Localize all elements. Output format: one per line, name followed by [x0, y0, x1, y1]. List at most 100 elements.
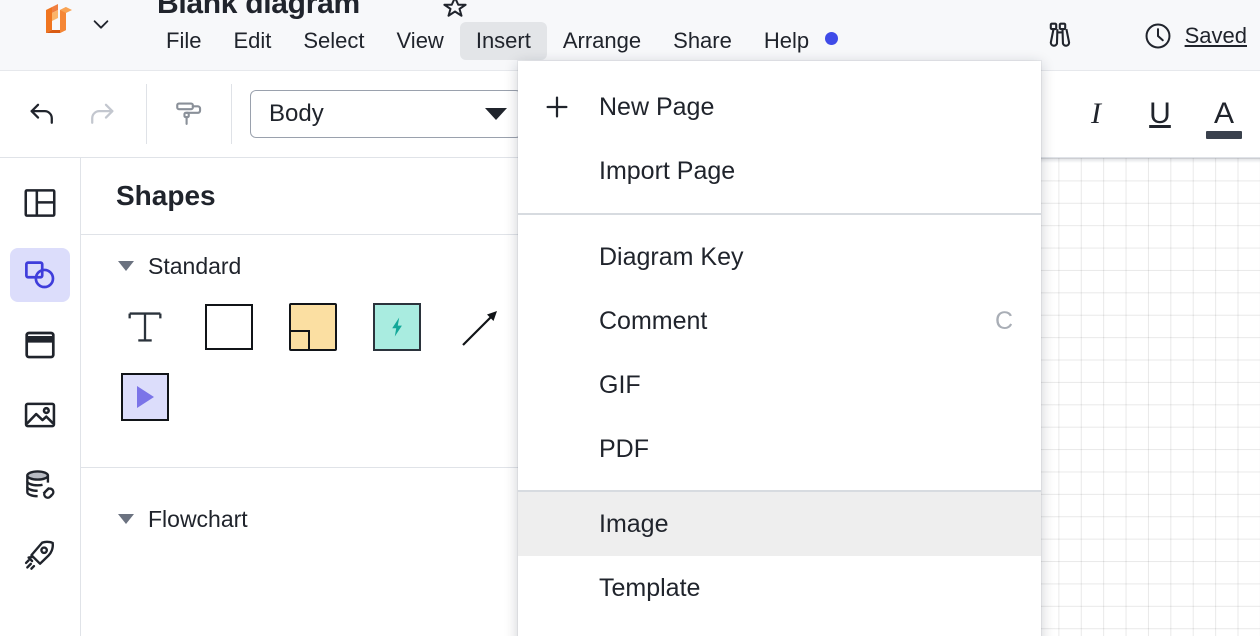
shape-row-1: [81, 303, 521, 351]
sidebar-item-layout[interactable]: [10, 176, 70, 230]
italic-label: I: [1091, 97, 1101, 130]
menu-share[interactable]: Share: [657, 22, 748, 60]
panel-section-divider: [81, 467, 521, 468]
shapes-panel-header: Shapes: [81, 158, 521, 235]
font-style-value: Body: [269, 100, 324, 127]
menu-item-diagram-key[interactable]: Diagram Key: [518, 225, 1041, 289]
menu-insert[interactable]: Insert: [459, 22, 547, 60]
menu-view-label: View: [396, 28, 444, 53]
menu-item-image-label: Image: [599, 509, 669, 538]
lucid-logo-icon[interactable]: [38, 4, 78, 44]
menu-help-label: Help: [763, 28, 810, 53]
paint-roller-icon: [176, 102, 202, 125]
menu-item-comment[interactable]: Comment C: [518, 289, 1041, 353]
menu-insert-label: Insert: [475, 28, 531, 53]
menu-separator-1: [518, 213, 1041, 215]
sidebar-item-frames[interactable]: [10, 318, 70, 372]
text-format-buttons: I U A: [1068, 85, 1252, 143]
data-link-icon: [26, 470, 55, 499]
shape-group-standard-label: Standard: [148, 252, 242, 279]
brand-area[interactable]: [38, 4, 112, 44]
menu-item-image[interactable]: Image: [518, 492, 1041, 556]
text-color-label: A: [1213, 97, 1234, 130]
menu-item-gif-label: GIF: [599, 370, 641, 399]
save-status[interactable]: Saved: [1185, 23, 1247, 49]
redo-arrow-icon: [91, 103, 114, 124]
format-painter-button[interactable]: [161, 85, 219, 143]
panel-title: Shapes: [116, 180, 216, 211]
underline-button[interactable]: U: [1132, 85, 1188, 143]
document-title[interactable]: Blank diagram: [157, 0, 360, 21]
menu-item-comment-label: Comment: [599, 306, 708, 335]
text-shape-icon: [128, 312, 162, 342]
chevron-down-icon[interactable]: [90, 13, 112, 35]
menu-file-label: File: [166, 28, 202, 53]
menu-help[interactable]: Help: [748, 22, 854, 60]
font-style-select[interactable]: Body: [250, 90, 522, 138]
layout-panel-icon: [24, 189, 56, 217]
sidebar-item-images[interactable]: [10, 388, 70, 442]
menu-item-diagram-key-label: Diagram Key: [599, 242, 744, 271]
caret-down-icon: [118, 261, 134, 271]
header-right-actions: Saved: [1046, 18, 1260, 54]
left-icon-rail: [0, 158, 81, 636]
play-triangle-icon: [136, 386, 154, 408]
menu-item-import-page-label: Import Page: [599, 156, 736, 185]
undo-button[interactable]: [14, 85, 72, 143]
menu-item-template-label: Template: [599, 573, 701, 602]
sidebar-item-data[interactable]: [10, 458, 70, 512]
shape-group-standard[interactable]: Standard: [81, 235, 521, 297]
menu-item-comment-shortcut: C: [994, 306, 1013, 335]
insert-dropdown-menu: New Page Import Page Diagram Key Comment…: [518, 61, 1041, 636]
shape-group-flowchart[interactable]: Flowchart: [81, 488, 521, 550]
redo-button[interactable]: [72, 85, 130, 143]
shapes-panel: Shapes Standard Flowchart: [81, 158, 521, 636]
undo-arrow-icon: [30, 103, 53, 124]
underline-label: U: [1149, 97, 1171, 130]
menu-item-new-page-label: New Page: [599, 92, 715, 121]
menu-arrange[interactable]: Arrange: [547, 22, 657, 60]
menu-view[interactable]: View: [381, 22, 460, 60]
menu-item-pdf-label: PDF: [599, 434, 649, 463]
menu-edit-label: Edit: [233, 28, 272, 53]
rectangle-shape[interactable]: [205, 303, 253, 351]
sidebar-item-shapes[interactable]: [10, 248, 70, 302]
frame-icon: [25, 331, 55, 359]
shape-row-2: [81, 373, 521, 421]
menu-item-note[interactable]: Note: [518, 620, 1041, 636]
italic-button[interactable]: I: [1068, 85, 1124, 143]
menu-select-label: Select: [303, 28, 365, 53]
sticky-note-shape[interactable]: [289, 303, 337, 351]
star-bookmark-icon[interactable]: [440, 0, 470, 22]
action-shape[interactable]: [373, 303, 421, 351]
menu-item-import-page[interactable]: Import Page: [518, 139, 1041, 203]
sidebar-item-get-started[interactable]: [10, 528, 70, 582]
menu-item-gif[interactable]: GIF: [518, 353, 1041, 417]
text-color-swatch: [1206, 131, 1242, 139]
menu-arrange-label: Arrange: [562, 28, 642, 53]
menu-item-pdf[interactable]: PDF: [518, 417, 1041, 481]
arrow-line-icon: [462, 311, 497, 346]
play-shape[interactable]: [121, 373, 169, 421]
plus-icon: [539, 89, 575, 125]
line-arrow-shape[interactable]: [457, 303, 505, 351]
menu-edit[interactable]: Edit: [217, 22, 287, 60]
rocket-icon: [24, 540, 54, 570]
menu-share-label: Share: [673, 28, 732, 53]
shape-group-flowchart-label: Flowchart: [148, 505, 248, 532]
image-icon: [24, 402, 56, 428]
menu-item-template[interactable]: Template: [518, 556, 1041, 620]
clock-history-icon[interactable]: [1142, 20, 1174, 52]
menu-bar: File Edit Select View Insert Arrange Sha…: [150, 22, 854, 60]
menu-select[interactable]: Select: [287, 22, 380, 60]
caret-down-icon: [485, 108, 507, 120]
lucidchart-editor: Blank diagram File Edit Select View Inse…: [0, 0, 1260, 636]
shapes-icon: [25, 261, 55, 289]
text-shape[interactable]: [121, 303, 169, 351]
binoculars-icon[interactable]: [1046, 18, 1082, 54]
text-color-button[interactable]: A: [1196, 85, 1252, 143]
menu-file[interactable]: File: [150, 22, 217, 60]
caret-down-icon: [118, 514, 134, 524]
menu-item-new-page[interactable]: New Page: [518, 75, 1041, 139]
help-notification-dot: [825, 32, 839, 45]
